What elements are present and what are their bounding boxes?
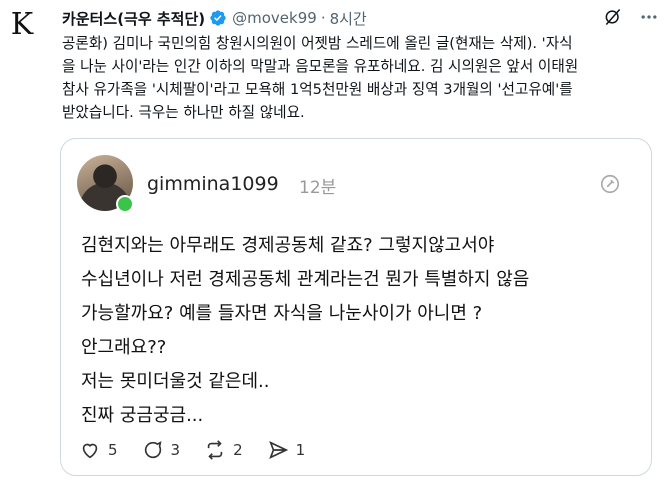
share-action: 1 bbox=[267, 439, 306, 461]
repost-count: 2 bbox=[233, 441, 243, 459]
like-action: 5 bbox=[79, 439, 118, 461]
grok-icon[interactable] bbox=[602, 6, 624, 28]
edited-icon bbox=[600, 174, 620, 194]
quoted-thread-screenshot[interactable]: gimmina1099 12분 김현지와는 아무래도 경제공동체 같죠? 그렇지… bbox=[60, 138, 652, 476]
comment-action: 3 bbox=[142, 439, 181, 461]
share-icon bbox=[268, 441, 288, 459]
thread-username: gimmina1099 bbox=[147, 173, 279, 195]
header-actions bbox=[602, 6, 660, 28]
author-avatar[interactable]: K bbox=[0, 0, 44, 48]
heart-icon bbox=[82, 443, 98, 459]
like-count: 5 bbox=[108, 441, 118, 459]
thread-post-text: 김현지와는 아무래도 경제공동체 같죠? 그렇지않고서야 수십년이나 저런 경제… bbox=[81, 235, 530, 426]
repost-icon bbox=[207, 440, 223, 460]
verified-badge-icon bbox=[210, 10, 226, 26]
online-status-dot bbox=[116, 195, 134, 213]
post-time[interactable]: 8시간 bbox=[330, 8, 367, 29]
comment-icon bbox=[144, 441, 162, 459]
tweet-header: 카운터스(극우 추적단) @movek99 · 8시간 bbox=[62, 6, 660, 30]
avatar-letter: K bbox=[10, 6, 34, 42]
separator-dot: · bbox=[320, 9, 326, 27]
thread-post-time: 12분 bbox=[299, 178, 337, 198]
more-options-icon[interactable] bbox=[638, 6, 660, 28]
share-count: 1 bbox=[295, 441, 306, 459]
thread-actions: 5 3 2 1 bbox=[79, 439, 305, 461]
author-name[interactable]: 카운터스(극우 추적단) bbox=[62, 8, 205, 29]
tweet-text: 공론화) 김미나 국민의힘 창원시의원이 어젯밤 스레드에 올린 글(현재는 삭… bbox=[62, 35, 579, 121]
comment-count: 3 bbox=[170, 441, 181, 459]
author-handle[interactable]: @movek99 bbox=[232, 9, 317, 27]
repost-action: 2 bbox=[204, 439, 243, 461]
